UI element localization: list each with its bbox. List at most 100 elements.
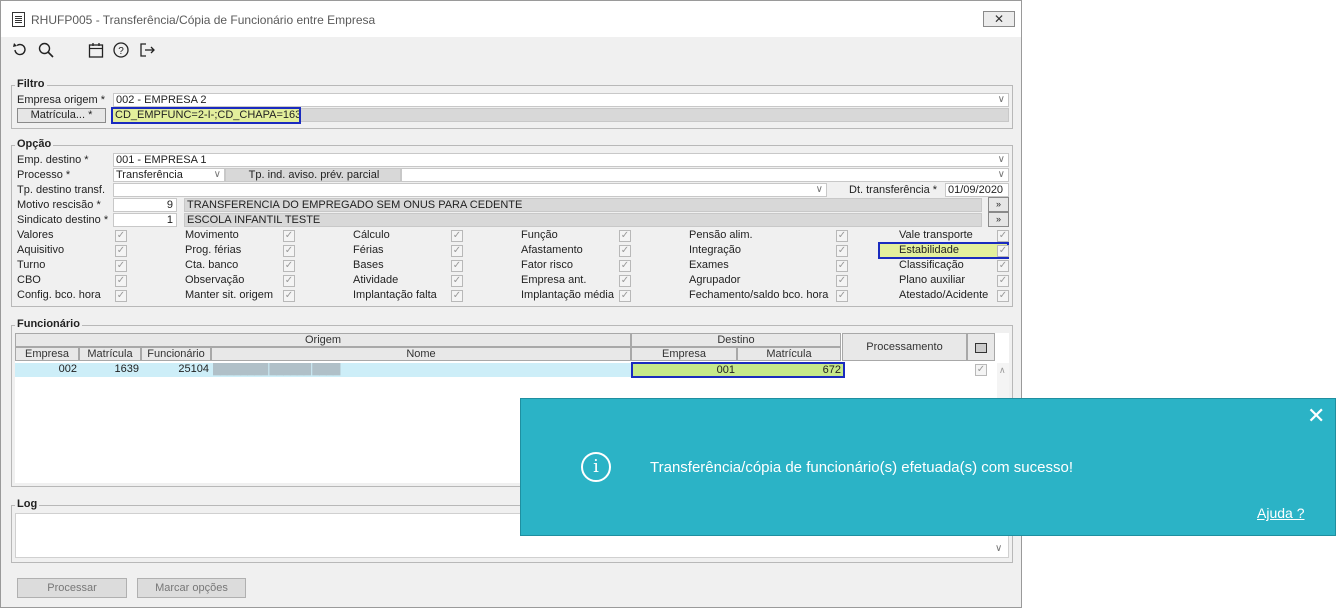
option-checkbox[interactable]: ✓: [283, 275, 295, 287]
exit-icon[interactable]: [138, 41, 156, 59]
processo-label: Processo *: [17, 169, 71, 181]
option-checkbox[interactable]: ✓: [997, 275, 1009, 287]
col-nome[interactable]: Nome: [211, 347, 631, 361]
toast-help-link[interactable]: Ajuda ?: [1257, 505, 1304, 521]
option-label: Empresa ant.: [521, 274, 587, 286]
option-checkbox[interactable]: ✓: [451, 230, 463, 242]
option-label: Implantação falta: [353, 289, 437, 301]
col-funcionario[interactable]: Funcionário: [141, 347, 211, 361]
option-label: Afastamento: [521, 244, 583, 256]
option-label: Fator risco: [521, 259, 573, 271]
option-label: Aquisitivo: [17, 244, 65, 256]
info-icon: i: [581, 452, 611, 482]
cell-nome: ████████ ██████ ████: [211, 363, 631, 377]
cell-dest-matricula[interactable]: 672: [737, 362, 845, 378]
tp-ind-aviso-select[interactable]: ∨: [401, 168, 1009, 182]
option-checkbox[interactable]: ✓: [619, 275, 631, 287]
motivo-lookup-button[interactable]: »: [988, 197, 1009, 212]
marcar-opcoes-button[interactable]: Marcar opções: [137, 578, 246, 598]
option-checkbox[interactable]: ✓: [451, 290, 463, 302]
option-label: Turno: [17, 259, 46, 271]
chevron-down-icon: ∨: [995, 543, 1003, 554]
motivo-code-input[interactable]: 9: [113, 198, 177, 212]
cell-dest-empresa[interactable]: 001: [631, 362, 737, 378]
col-empresa[interactable]: Empresa: [15, 347, 79, 361]
empresa-origem-select[interactable]: 002 - EMPRESA 2 ∨: [113, 93, 1009, 107]
option-label: Vale transporte: [899, 229, 973, 241]
emp-destino-select[interactable]: 001 - EMPRESA 1 ∨: [113, 153, 1009, 167]
sindicato-label: Sindicato destino *: [17, 214, 109, 226]
empresa-origem-value: 002 - EMPRESA 2: [116, 94, 207, 106]
option-checkbox[interactable]: ✓: [115, 245, 127, 257]
col-matricula[interactable]: Matrícula: [79, 347, 141, 361]
option-checkbox[interactable]: ✓: [619, 245, 631, 257]
option-checkbox[interactable]: ✓: [997, 290, 1009, 302]
option-label: Implantação média: [521, 289, 614, 301]
search-icon[interactable]: [37, 41, 55, 59]
sindicato-code-input[interactable]: 1: [113, 213, 177, 227]
option-label: Movimento: [185, 229, 239, 241]
chevron-down-icon: ∨: [997, 154, 1005, 165]
option-label: Cta. banco: [185, 259, 239, 271]
option-checkbox[interactable]: ✓: [619, 260, 631, 272]
option-checkbox[interactable]: ✓: [283, 260, 295, 272]
option-label: Plano auxiliar: [899, 274, 966, 286]
processamento-header: Processamento: [842, 333, 967, 361]
option-checkbox[interactable]: ✓: [619, 230, 631, 242]
select-all-button[interactable]: [967, 333, 995, 361]
toast-message: Transferência/cópia de funcionário(s) ef…: [650, 459, 1073, 476]
option-checkbox[interactable]: ✓: [283, 290, 295, 302]
sindicato-description: ESCOLA INFANTIL TESTE: [184, 213, 982, 227]
option-checkbox[interactable]: ✓: [115, 230, 127, 242]
log-legend: Log: [15, 498, 40, 510]
help-icon[interactable]: ?: [112, 41, 130, 59]
option-checkbox[interactable]: ✓: [115, 275, 127, 287]
col-dest-empresa[interactable]: Empresa: [631, 347, 737, 361]
matricula-value[interactable]: CD_EMPFUNC=2-I-;CD_CHAPA=1639: [111, 107, 301, 124]
option-checkbox[interactable]: ✓: [115, 260, 127, 272]
window-close-button[interactable]: ✕: [983, 11, 1015, 27]
processar-button[interactable]: Processar: [17, 578, 127, 598]
option-checkbox[interactable]: ✓: [619, 290, 631, 302]
option-label: Atividade: [353, 274, 399, 286]
cell-funcionario: 25104: [141, 363, 211, 377]
origem-header: Origem: [15, 333, 631, 347]
opcao-legend: Opção: [15, 138, 54, 150]
option-label: CBO: [17, 274, 41, 286]
motivo-description: TRANSFERENCIA DO EMPREGADO SEM ONUS PARA…: [184, 198, 982, 212]
option-checkbox[interactable]: ✓: [997, 260, 1009, 272]
dt-transferencia-input[interactable]: 01/09/2020: [945, 183, 1009, 197]
option-checkbox[interactable]: ✓: [283, 245, 295, 257]
option-label: Férias: [353, 244, 384, 256]
matricula-button[interactable]: Matrícula... *: [17, 108, 106, 123]
option-label: Bases: [353, 259, 384, 271]
chevron-up-icon: ∧: [999, 365, 1006, 375]
option-checkbox[interactable]: ✓: [836, 275, 848, 287]
option-label: Manter sit. origem: [185, 289, 274, 301]
option-label: Agrupador: [689, 274, 741, 286]
option-checkbox[interactable]: ✓: [115, 290, 127, 302]
motivo-label: Motivo rescisão *: [17, 199, 101, 211]
option-checkbox[interactable]: ✓: [836, 290, 848, 302]
tp-destino-select[interactable]: ∨: [113, 183, 827, 197]
calendar-icon[interactable]: [87, 41, 105, 59]
success-toast: i Transferência/cópia de funcionário(s) …: [520, 398, 1336, 536]
col-dest-matricula[interactable]: Matrícula: [737, 347, 841, 361]
chevron-down-icon: ∨: [815, 184, 823, 195]
row-select-checkbox[interactable]: ✓: [975, 364, 987, 376]
option-checkbox[interactable]: ✓: [283, 230, 295, 242]
option-checkbox[interactable]: ✓: [451, 245, 463, 257]
option-checkbox[interactable]: ✓: [997, 230, 1009, 242]
processo-select[interactable]: Transferência ∨: [113, 168, 225, 182]
undo-icon[interactable]: [11, 41, 29, 59]
square-icon: [975, 343, 987, 353]
sindicato-lookup-button[interactable]: »: [988, 212, 1009, 227]
option-checkbox[interactable]: ✓: [836, 245, 848, 257]
option-checkbox[interactable]: ✓: [451, 260, 463, 272]
option-checkbox[interactable]: ✓: [451, 275, 463, 287]
option-checkbox[interactable]: ✓: [836, 230, 848, 242]
option-checkbox[interactable]: ✓: [836, 260, 848, 272]
close-icon[interactable]: ✕: [1307, 403, 1325, 429]
option-checkbox[interactable]: ✓: [997, 245, 1009, 257]
option-label: Observação: [185, 274, 245, 286]
